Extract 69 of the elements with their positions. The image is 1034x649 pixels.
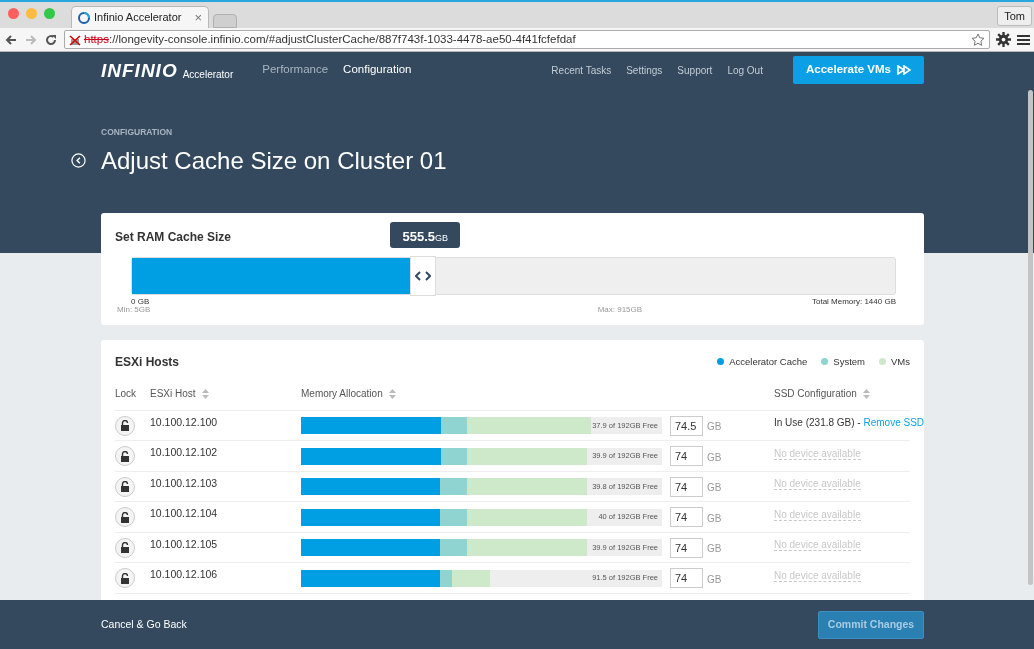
- nav-link[interactable]: Settings: [626, 62, 663, 78]
- unit-label: GB: [707, 481, 722, 495]
- address-bar[interactable]: https://longevity-console.infinio.com/#adjustClusterCache/887f743f-1033-4478-ae50-4f41fcfefdaf: [64, 30, 990, 49]
- unlocked-padlock-icon[interactable]: [115, 507, 135, 527]
- slider-track[interactable]: [131, 256, 896, 295]
- cache-size-field[interactable]: 74: [670, 446, 703, 466]
- logo-subtitle: Accelerator: [182, 69, 234, 80]
- max-label: Max: 915GB: [597, 303, 643, 316]
- scrollbar-thumb[interactable]: [1028, 90, 1033, 585]
- unlocked-padlock-icon[interactable]: [115, 537, 135, 558]
- logo-wordmark: INFINIO: [101, 60, 178, 80]
- back-icon[interactable]: [4, 32, 18, 47]
- unit-label: GB: [707, 450, 722, 465]
- cache-size-field[interactable]: 74: [670, 507, 703, 527]
- nav-link[interactable]: Recent Tasks: [551, 62, 612, 78]
- nav-tab[interactable]: Performance: [262, 61, 329, 79]
- column-header[interactable]: ESXi Host: [150, 386, 196, 402]
- host-address: 10.100.12.105: [150, 536, 219, 552]
- host-address: 10.100.12.100: [150, 414, 219, 430]
- profile-button[interactable]: Tom: [997, 6, 1032, 26]
- insecure-lock-icon: [69, 33, 81, 46]
- nav-link[interactable]: Support: [677, 62, 713, 78]
- unit-label: GB: [707, 542, 722, 556]
- tab-title: Infinio Accelerator: [94, 10, 183, 26]
- left-right-arrows-icon: [414, 270, 431, 281]
- unlocked-padlock-icon[interactable]: [115, 415, 135, 436]
- back-circle-icon[interactable]: [71, 153, 86, 169]
- unit-label: GB: [707, 420, 722, 434]
- column-header[interactable]: SSD Configuration: [774, 386, 857, 402]
- reload-icon[interactable]: [44, 32, 58, 47]
- host-address: 10.100.12.102: [150, 445, 219, 461]
- column-header[interactable]: Memory Allocation: [301, 386, 383, 402]
- nav-link[interactable]: Log Out: [727, 62, 763, 78]
- browser-tab[interactable]: Infinio Accelerator ×: [71, 6, 209, 28]
- min-label: Min: 5GB: [117, 304, 151, 316]
- breadcrumb: CONFIGURATION: [101, 126, 174, 139]
- fast-forward-icon: [897, 65, 911, 75]
- cache-size-field[interactable]: 74: [670, 568, 703, 588]
- host-address: 10.100.12.106: [150, 567, 219, 583]
- ssd-status: In Use (231.8 GB) -: [774, 417, 862, 428]
- bookmark-star-icon[interactable]: [971, 32, 985, 47]
- total-memory-label: Total Memory: 1440 GB: [811, 295, 896, 308]
- cancel-link[interactable]: Cancel & Go Back: [101, 616, 818, 633]
- slider-handle[interactable]: [409, 255, 436, 296]
- cache-size-field[interactable]: 74: [670, 537, 703, 558]
- tab-close-button[interactable]: ×: [194, 11, 202, 24]
- card-title: ESXi Hosts: [115, 353, 181, 371]
- site-logo-icon: [78, 11, 90, 24]
- unit-label: GB: [707, 572, 722, 587]
- host-address: 10.100.12.104: [150, 506, 219, 522]
- unlocked-padlock-icon[interactable]: [115, 568, 135, 588]
- legend-label: System: [833, 354, 865, 369]
- card-title: Set RAM Cache Size: [115, 228, 232, 246]
- cache-size-field[interactable]: 74.5: [670, 415, 703, 436]
- unit-label: GB: [707, 511, 722, 526]
- axis-label: 0 GB: [131, 295, 150, 307]
- value-tooltip: 555.5GB: [390, 221, 460, 248]
- cache-size-field[interactable]: 74: [670, 476, 703, 497]
- legend-label: Accelerator Cache: [729, 354, 808, 369]
- unlocked-padlock-icon[interactable]: [115, 446, 135, 466]
- legend-label: VMs: [891, 354, 910, 369]
- column-header: Lock: [115, 387, 137, 402]
- host-address: 10.100.12.103: [150, 475, 219, 491]
- url-text: https://longevity-console.infinio.com/#adjustClusterCache/887f743f-1033-4478-ae50-4f41fcfefdaf: [84, 31, 576, 47]
- page-title: Adjust Cache Size on Cluster 01: [101, 145, 447, 176]
- menu-icon[interactable]: [1017, 33, 1030, 46]
- unlocked-padlock-icon[interactable]: [115, 476, 135, 497]
- settings-icon[interactable]: [996, 32, 1011, 47]
- nav-tab[interactable]: Configuration: [343, 61, 412, 79]
